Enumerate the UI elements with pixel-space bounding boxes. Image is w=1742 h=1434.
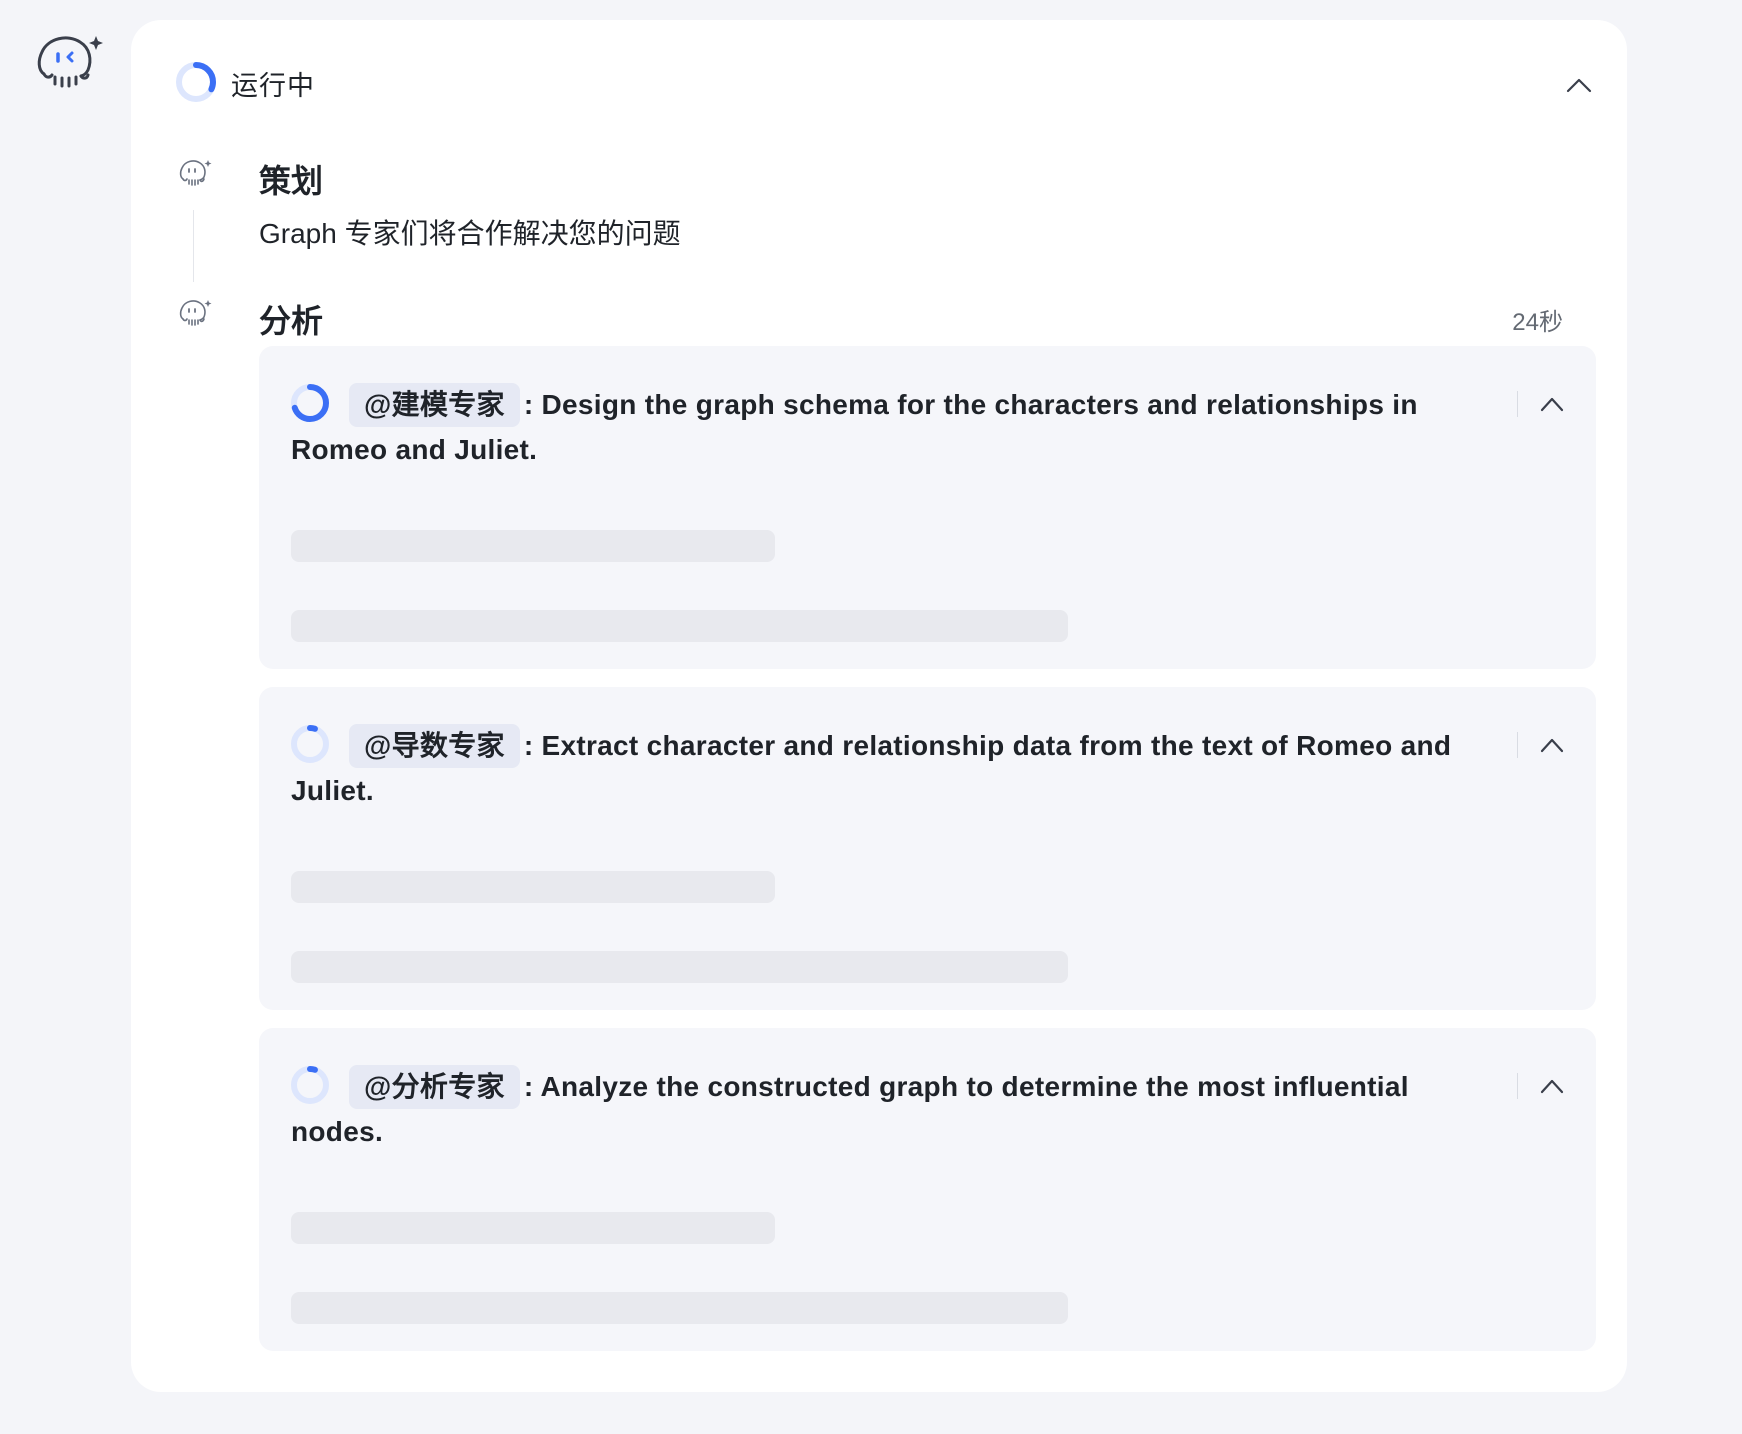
chevron-up-icon[interactable] xyxy=(1540,1078,1564,1094)
task-header[interactable]: @分析专家: Analyze the constructed graph to … xyxy=(259,1028,1596,1147)
skeleton-line xyxy=(291,871,775,903)
card-header: 运行中 xyxy=(131,20,1627,120)
task-description: @建模专家: Design the graph schema for the c… xyxy=(291,382,1466,472)
spinner-icon xyxy=(291,1066,329,1104)
step-connector xyxy=(193,210,194,282)
octopus-assistant-icon xyxy=(37,36,103,88)
skeleton-line xyxy=(291,1292,1068,1324)
spinner-icon xyxy=(291,725,329,763)
assistant-avatar xyxy=(34,30,106,94)
divider xyxy=(1517,391,1518,417)
spinner-icon xyxy=(176,62,216,102)
agent-run-card: 运行中 策划 Graph 专家们将合作解决您的问题 分析 24秒 @建模专家:… xyxy=(131,20,1627,1392)
skeleton-line xyxy=(291,530,775,562)
chevron-up-icon[interactable] xyxy=(1566,76,1592,94)
task-header[interactable]: @导数专家: Extract character and relationshi… xyxy=(259,687,1596,806)
agent-mention[interactable]: @导数专家 xyxy=(349,724,520,768)
step-title: 策划 xyxy=(259,163,324,199)
spinner-icon xyxy=(291,384,329,422)
task-card: @导数专家: Extract character and relationshi… xyxy=(259,687,1596,1010)
chevron-up-icon[interactable] xyxy=(1540,396,1564,412)
divider xyxy=(1517,732,1518,758)
skeleton-line xyxy=(291,610,1068,642)
skeleton-line xyxy=(291,951,1068,983)
step-description: Graph 专家们将合作解决您的问题 xyxy=(259,218,681,249)
octopus-assistant-icon xyxy=(179,160,212,186)
agent-mention[interactable]: @建模专家 xyxy=(349,383,520,427)
octopus-assistant-icon xyxy=(179,300,212,326)
divider xyxy=(1517,1073,1518,1099)
status-label: 运行中 xyxy=(231,71,315,101)
chevron-up-icon[interactable] xyxy=(1540,737,1564,753)
task-card: @建模专家: Design the graph schema for the c… xyxy=(259,346,1596,669)
step-title: 分析 xyxy=(259,303,324,339)
step-duration: 24秒 xyxy=(1512,309,1563,336)
skeleton-line xyxy=(291,1212,775,1244)
agent-mention[interactable]: @分析专家 xyxy=(349,1065,520,1109)
task-description: @导数专家: Extract character and relationshi… xyxy=(291,723,1466,813)
task-header[interactable]: @建模专家: Design the graph schema for the c… xyxy=(259,346,1596,465)
task-description: @分析专家: Analyze the constructed graph to … xyxy=(291,1064,1466,1154)
task-card: @分析专家: Analyze the constructed graph to … xyxy=(259,1028,1596,1351)
